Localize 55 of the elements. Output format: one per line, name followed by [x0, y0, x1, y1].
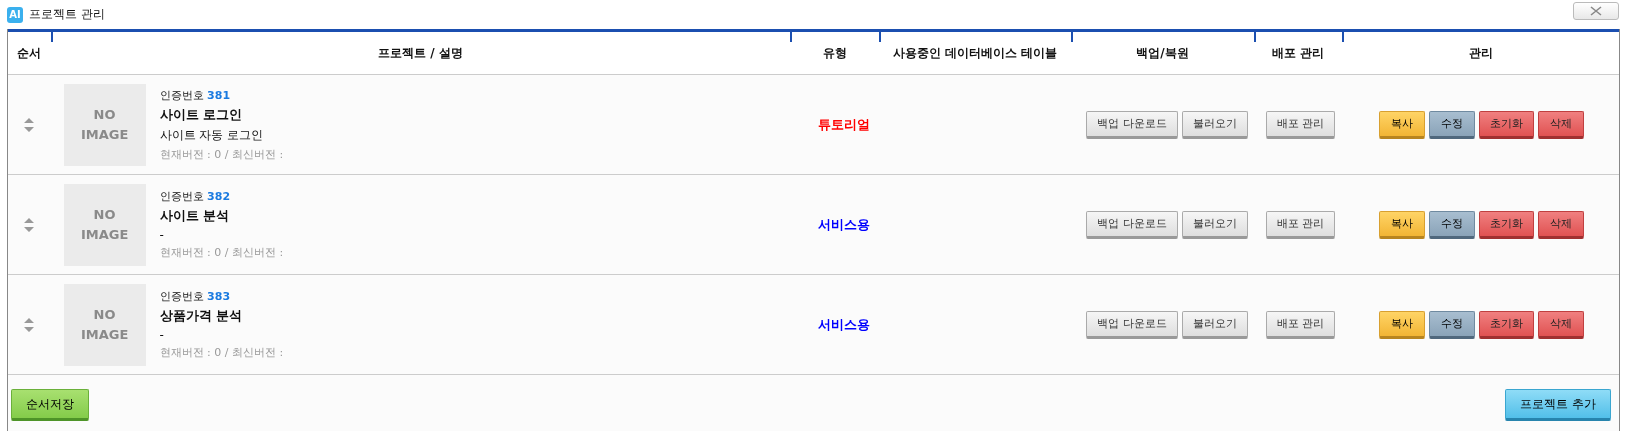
- save-order-button[interactable]: 순서저장: [11, 389, 89, 421]
- manage-button[interactable]: 수정: [1428, 210, 1475, 239]
- no-image-text: NO IMAGE: [79, 206, 130, 244]
- certification-number: 인증번호 383: [159, 289, 232, 304]
- project-name: 사이트 로그인: [159, 105, 244, 124]
- version-text: 현재버전 : 0 / 최신버전 :: [159, 345, 284, 360]
- column-header: 순서: [16, 44, 41, 62]
- version-text: 현재버전 : 0 / 최신버전 :: [159, 245, 284, 260]
- column-header: 사용중인 데이터베이스 테이블: [892, 44, 1058, 62]
- manage-button[interactable]: 삭제: [1537, 310, 1584, 339]
- project-description: 사이트 자동 로그인: [159, 126, 265, 144]
- project-name: 상품가격 분석: [159, 307, 244, 325]
- app-logo: AI: [7, 6, 23, 23]
- manage-button[interactable]: 수정: [1428, 110, 1475, 139]
- manage-button[interactable]: 수정: [1428, 310, 1475, 339]
- no-image-text: NO IMAGE: [79, 306, 130, 344]
- deploy-button[interactable]: 배포 관리: [1265, 310, 1336, 339]
- project-type: 서비스용: [817, 215, 870, 234]
- project-description: -: [159, 328, 165, 342]
- manage-button[interactable]: 복사: [1378, 110, 1425, 139]
- column-header: 백업/복원: [1136, 44, 1189, 62]
- manage-button[interactable]: 초기화: [1478, 310, 1534, 339]
- column-header: 관리: [1469, 44, 1494, 62]
- project-name: 사이트 분석: [159, 207, 231, 225]
- project-type: 서비스용: [817, 315, 870, 334]
- no-image-text: NO IMAGE: [79, 106, 130, 144]
- close-icon: [1590, 6, 1602, 16]
- manage-button[interactable]: 삭제: [1537, 110, 1584, 139]
- manage-button[interactable]: 복사: [1378, 310, 1425, 339]
- sort-handle-icon[interactable]: [22, 116, 35, 133]
- backup-button[interactable]: 불러오기: [1181, 110, 1248, 139]
- project-type: 튜토리얼: [817, 115, 870, 134]
- sort-handle-icon[interactable]: [22, 316, 35, 333]
- version-text: 현재버전 : 0 / 최신버전 :: [159, 146, 284, 162]
- manage-button[interactable]: 삭제: [1537, 210, 1584, 239]
- column-header: 유형: [822, 44, 847, 62]
- column-header: 배포 관리: [1272, 44, 1325, 62]
- backup-button[interactable]: 백업 다운로드: [1086, 310, 1178, 339]
- sort-handle-icon[interactable]: [22, 216, 35, 233]
- backup-button[interactable]: 백업 다운로드: [1086, 110, 1178, 139]
- backup-button[interactable]: 불러오기: [1181, 210, 1248, 239]
- backup-button[interactable]: 백업 다운로드: [1086, 210, 1178, 239]
- deploy-button[interactable]: 배포 관리: [1265, 110, 1336, 139]
- close-button[interactable]: [1573, 2, 1619, 20]
- manage-button[interactable]: 초기화: [1478, 110, 1534, 139]
- project-description: -: [159, 228, 165, 242]
- certification-number: 인증번호 381: [159, 87, 232, 103]
- certification-number: 인증번호 382: [159, 189, 232, 204]
- backup-button[interactable]: 불러오기: [1181, 310, 1248, 339]
- manage-button[interactable]: 복사: [1378, 210, 1425, 239]
- add-project-button[interactable]: 프로젝트 추가: [1505, 389, 1611, 421]
- window-title: 프로젝트 관리: [29, 6, 105, 23]
- column-header: 프로젝트 / 설명: [378, 44, 463, 62]
- deploy-button[interactable]: 배포 관리: [1265, 210, 1336, 239]
- manage-button[interactable]: 초기화: [1478, 210, 1534, 239]
